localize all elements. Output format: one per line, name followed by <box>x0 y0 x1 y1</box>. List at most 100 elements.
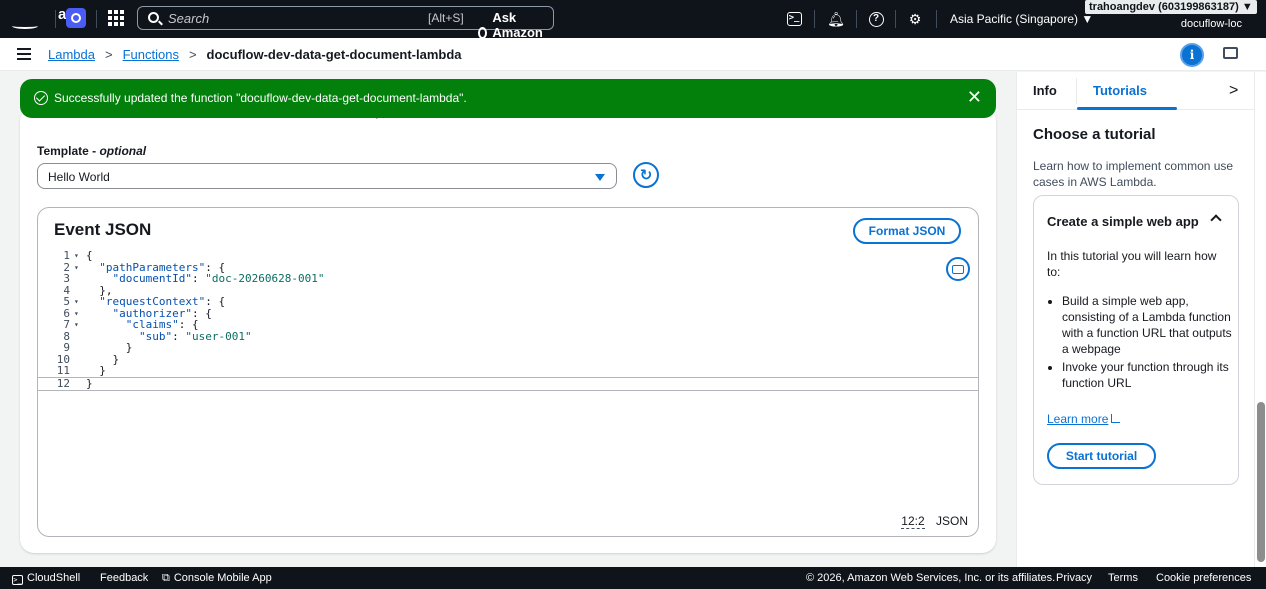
breadcrumb-functions[interactable]: Functions <box>123 47 179 62</box>
learn-more-label: Learn more <box>1047 412 1109 426</box>
line-number: 9 <box>63 341 70 354</box>
code-line[interactable]: 8 "sub": "user-001" <box>38 330 978 343</box>
divider <box>936 10 937 28</box>
start-tutorial-button[interactable]: Start tutorial <box>1047 443 1156 469</box>
tab-tutorials[interactable]: Tutorials <box>1093 83 1147 98</box>
cloudshell-button[interactable]: >_ <box>784 9 804 29</box>
chevron-up-icon[interactable] <box>1210 214 1222 226</box>
search-icon <box>148 12 159 23</box>
cloudshell-label: CloudShell <box>27 572 81 584</box>
code-text: } <box>86 341 133 354</box>
info-panel-toggle[interactable]: i <box>1180 43 1204 67</box>
info-icon: i <box>1189 48 1195 62</box>
footer: >_ CloudShell Feedback ⧉ Console Mobile Ap… <box>0 567 1266 589</box>
code-area[interactable]: 1 ▾{2 ▾ "pathParameters": {3 "documentId":… <box>38 250 978 391</box>
fold-toggle-icon[interactable]: ▾ <box>74 319 79 331</box>
aws-logo[interactable]: aws <box>10 6 85 32</box>
code-line[interactable]: 11 } <box>38 365 978 377</box>
test-event-card: This event is available to IAM users wit… <box>20 107 996 553</box>
divider <box>96 10 97 28</box>
breadcrumb-bar: Lambda > Functions > docuflow-dev-data-g… <box>0 38 1266 71</box>
tab-info[interactable]: Info <box>1033 83 1057 98</box>
check-circle-icon <box>34 91 48 105</box>
feedback-icon[interactable] <box>1223 47 1238 59</box>
fold-toggle-icon[interactable]: ▾ <box>74 308 79 320</box>
editor-title: Event JSON <box>54 220 152 239</box>
privacy-link[interactable]: Privacy <box>1056 572 1092 584</box>
tutorial-title[interactable]: Create a simple web app <box>1047 214 1199 229</box>
feedback-link[interactable]: Feedback <box>100 572 148 584</box>
divider <box>895 10 896 28</box>
cursor-position[interactable]: 12:2 <box>901 514 925 529</box>
fold-toggle-icon[interactable]: ▾ <box>74 296 79 308</box>
breadcrumb-lambda[interactable]: Lambda <box>48 47 95 62</box>
terms-link[interactable]: Terms <box>1108 572 1138 584</box>
code-text: } <box>86 364 106 377</box>
fold-toggle-icon[interactable]: ▾ <box>74 262 79 274</box>
line-number: 3 <box>63 272 70 285</box>
list-item: Invoke your function through its functio… <box>1062 359 1234 391</box>
event-json-editor[interactable]: Event JSON Format JSON 1 ▾{2 ▾ "pathParame… <box>37 207 979 537</box>
settings-button[interactable]: ⚙ <box>905 9 925 29</box>
account-menu[interactable]: trahoangdev (603199863187) ▼ <box>1085 0 1257 14</box>
template-select[interactable]: Hello World <box>37 163 617 189</box>
learn-more-link[interactable]: Learn more <box>1047 412 1121 426</box>
code-line[interactable]: 10 } <box>38 353 978 366</box>
template-label: Template - optional <box>37 144 147 158</box>
line-number: 5 <box>63 295 70 308</box>
search-box[interactable]: [Alt+S] Ask Amazon Q <box>137 6 554 55</box>
aws-smile-icon <box>12 23 38 29</box>
breadcrumb-current: docuflow-dev-data-get-document-lambda <box>206 47 462 62</box>
tutorial-card: Create a simple web app In this tutorial… <box>1033 195 1239 485</box>
template-label-text: Template <box>37 144 89 158</box>
code-text: { <box>86 249 93 262</box>
flash-message: Successfully updated the function "docuf… <box>54 91 467 105</box>
panel-tabs: Info Tutorials > <box>1017 72 1255 110</box>
help-icon: ? <box>868 11 884 27</box>
refresh-icon: ↻ <box>639 167 653 184</box>
divider <box>1076 78 1077 104</box>
chevron-right-icon[interactable]: > <box>1229 82 1238 100</box>
external-link-icon: ⧉ <box>162 572 170 584</box>
divider <box>814 10 815 28</box>
main-content: This event is available to IAM users wit… <box>0 72 1016 567</box>
page-scrollbar[interactable] <box>1254 72 1266 567</box>
success-flash: Successfully updated the function "docuf… <box>20 79 996 118</box>
gear-icon: ⚙ <box>908 10 922 27</box>
help-button[interactable]: ? <box>866 9 886 29</box>
line-number: 11 <box>56 364 70 377</box>
close-icon[interactable]: ✕ <box>967 87 982 108</box>
notifications-button[interactable]: 🔔︎ <box>826 9 846 29</box>
refresh-template-button[interactable]: ↻ <box>633 162 659 188</box>
services-grid-icon[interactable] <box>108 10 124 26</box>
code-text: } <box>86 376 93 390</box>
line-number: 7 <box>63 318 70 331</box>
search-shortcut: [Alt+S] <box>428 11 464 25</box>
active-tab-indicator <box>1077 107 1177 110</box>
code-line[interactable]: 7 ▾ "claims": { <box>38 319 978 331</box>
terminal-icon: >_ <box>12 575 23 585</box>
mobile-app-link[interactable]: ⧉ Console Mobile App <box>162 572 272 585</box>
chevron-right-icon: > <box>104 47 113 62</box>
scrollbar-thumb[interactable] <box>1257 402 1265 562</box>
list-item: Build a simple web app, consisting of a … <box>1062 293 1234 357</box>
help-panel: Info Tutorials > Choose a tutorial Learn… <box>1016 72 1255 567</box>
search-input[interactable] <box>168 9 388 27</box>
cloudshell-footer-button[interactable]: >_ CloudShell <box>12 572 80 585</box>
amazon-q-icon <box>478 26 488 39</box>
top-navigation: aws [Alt+S] Ask Amazon Q >_ 🔔︎ ? ⚙ Asia … <box>0 0 1266 55</box>
bell-icon: 🔔︎ <box>827 10 845 27</box>
service-icon[interactable] <box>66 8 86 28</box>
mobile-app-label: Console Mobile App <box>173 572 272 584</box>
code-line[interactable]: 12} <box>38 376 978 391</box>
breadcrumb: Lambda > Functions > docuflow-dev-data-g… <box>48 47 462 62</box>
menu-icon[interactable] <box>17 48 31 60</box>
code-line[interactable]: 3 "documentId": "doc-20260628-001" <box>38 273 978 285</box>
region-selector[interactable]: Asia Pacific (Singapore) ▼ <box>950 12 1093 26</box>
fold-toggle-icon[interactable]: ▾ <box>74 250 79 262</box>
cookie-preferences-link[interactable]: Cookie preferences <box>1156 572 1251 584</box>
caret-down-icon <box>595 174 605 181</box>
code-line[interactable]: 9 } <box>38 342 978 354</box>
template-select-value: Hello World <box>48 170 110 184</box>
format-json-button[interactable]: Format JSON <box>853 218 961 244</box>
